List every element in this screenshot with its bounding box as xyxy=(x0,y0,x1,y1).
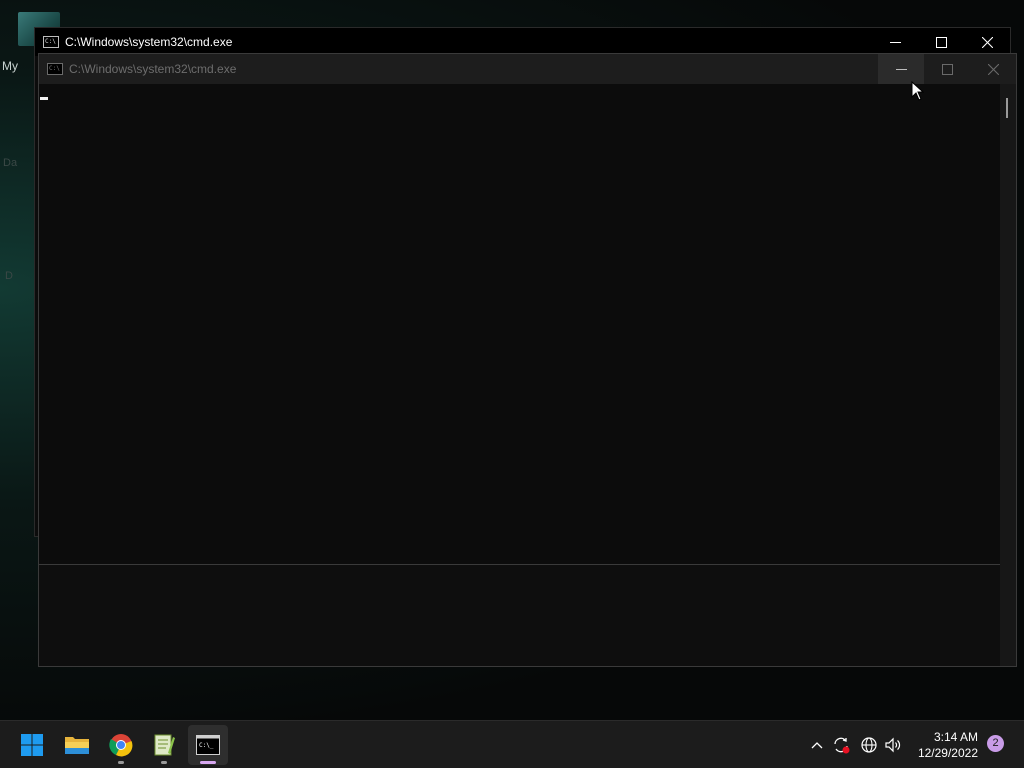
running-indicator xyxy=(118,761,124,764)
sync-icon xyxy=(834,737,850,754)
clock-time: 3:14 AM xyxy=(933,730,978,744)
maximize-button[interactable] xyxy=(924,54,970,84)
close-icon xyxy=(981,36,993,48)
title-bar[interactable]: C:\ C:\Windows\system32\cmd.exe xyxy=(35,28,1010,56)
window-title: C:\Windows\system32\cmd.exe xyxy=(69,62,237,76)
show-hidden-icons-button[interactable] xyxy=(807,735,827,755)
desktop-label-da: Da xyxy=(3,157,18,169)
minimize-icon xyxy=(895,68,907,70)
file-explorer-button[interactable] xyxy=(57,725,97,765)
clock-date: 12/29/2022 xyxy=(917,746,978,760)
close-button[interactable] xyxy=(970,54,1016,84)
volume-button[interactable] xyxy=(883,735,903,755)
minimize-button[interactable] xyxy=(872,28,918,56)
notification-badge[interactable]: 2 xyxy=(987,735,1004,752)
notepad-plus-button[interactable] xyxy=(144,725,184,765)
desktop-label-my[interactable]: My xyxy=(2,59,18,73)
start-button[interactable] xyxy=(12,725,52,765)
svg-text:C:\_: C:\_ xyxy=(199,742,214,749)
terminal-icon: C:\_ xyxy=(196,735,220,755)
window-title: C:\Windows\system32\cmd.exe xyxy=(65,35,233,49)
mouse-pointer-icon xyxy=(911,81,925,101)
running-indicator xyxy=(161,761,167,764)
console-output[interactable] xyxy=(39,84,1001,564)
text-cursor xyxy=(40,97,48,100)
cmd-app-icon: C:\ xyxy=(47,63,63,75)
sync-status-button[interactable] xyxy=(831,735,851,755)
maximize-button[interactable] xyxy=(918,28,964,56)
clock[interactable]: 3:14 AM 12/29/2022 xyxy=(918,729,978,761)
maximize-icon xyxy=(935,36,947,48)
network-button[interactable] xyxy=(859,735,879,755)
chrome-button[interactable] xyxy=(101,725,141,765)
scroll-thumb[interactable] xyxy=(1006,98,1008,118)
cmd-app-icon: C:\ xyxy=(43,36,59,48)
close-icon xyxy=(987,63,999,75)
notepad-icon xyxy=(154,734,175,756)
globe-icon xyxy=(861,737,877,753)
chevron-up-icon xyxy=(811,742,823,749)
close-button[interactable] xyxy=(964,28,1010,56)
minimize-button[interactable] xyxy=(878,54,924,84)
maximize-icon xyxy=(941,63,953,75)
folder-icon xyxy=(65,737,89,754)
cmd-window-front[interactable]: C:\ C:\Windows\system32\cmd.exe xyxy=(38,53,1017,667)
desktop-label-d: D xyxy=(5,270,13,282)
cmd-taskbar-button[interactable]: C:\_ xyxy=(188,725,228,765)
vertical-scrollbar[interactable] xyxy=(1000,84,1016,666)
chrome-icon xyxy=(109,734,133,757)
active-indicator xyxy=(200,761,216,764)
console-lower-pane[interactable] xyxy=(39,564,1001,666)
taskbar: C:\_ 3:14 AM 12/29/2022 xyxy=(0,720,1024,768)
windows-logo-icon xyxy=(21,734,43,756)
speaker-icon xyxy=(885,737,901,753)
minimize-icon xyxy=(889,41,901,43)
title-bar[interactable]: C:\ C:\Windows\system32\cmd.exe xyxy=(39,54,1016,84)
